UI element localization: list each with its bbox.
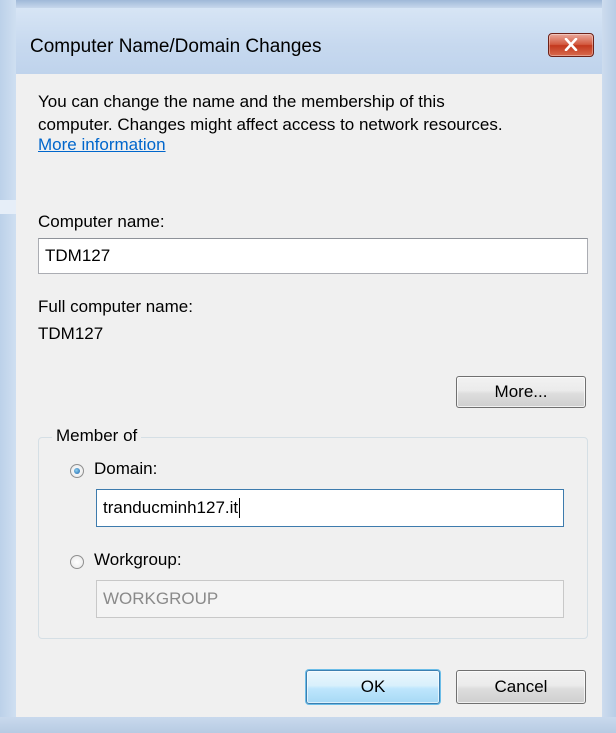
member-of-legend: Member of	[52, 426, 142, 446]
window-title: Computer Name/Domain Changes	[30, 36, 322, 57]
workgroup-label[interactable]: Workgroup:	[94, 550, 182, 570]
more-information-link[interactable]: More information	[38, 135, 166, 155]
ok-button-label: OK	[360, 677, 386, 696]
more-button[interactable]: More...	[456, 376, 586, 408]
close-icon	[564, 38, 578, 51]
more-button-label: More...	[494, 382, 548, 401]
close-button[interactable]	[548, 33, 594, 57]
description-line-1: You can change the name and the membersh…	[38, 92, 445, 111]
workgroup-input: WORKGROUP	[96, 580, 564, 618]
ok-button[interactable]: OK	[306, 670, 440, 704]
window-frame-top	[0, 0, 616, 8]
workgroup-value: WORKGROUP	[103, 589, 219, 608]
description-line-2: computer. Changes might affect access to…	[38, 115, 503, 134]
title-bar[interactable]: Computer Name/Domain Changes	[16, 8, 602, 74]
computer-name-value: TDM127	[45, 246, 111, 265]
computer-name-label: Computer name:	[38, 212, 165, 231]
window-frame-left	[0, 0, 16, 733]
domain-label[interactable]: Domain:	[94, 459, 157, 479]
cancel-button-label: Cancel	[494, 677, 548, 696]
domain-radio[interactable]	[70, 464, 84, 478]
domain-input[interactable]: tranducminh127.it	[96, 489, 564, 527]
workgroup-radio[interactable]	[70, 555, 84, 569]
description-text: You can change the name and the membersh…	[38, 90, 598, 136]
domain-value: tranducminh127.it	[103, 498, 239, 517]
frame-reflection	[0, 200, 16, 214]
computer-name-input[interactable]: TDM127	[38, 238, 588, 274]
full-computer-name-value: TDM127	[38, 324, 104, 343]
cancel-button[interactable]: Cancel	[456, 670, 586, 704]
full-computer-name-label: Full computer name:	[38, 297, 193, 316]
window-frame-bottom	[0, 717, 616, 733]
window-frame-right	[602, 0, 616, 733]
text-caret	[239, 498, 241, 518]
